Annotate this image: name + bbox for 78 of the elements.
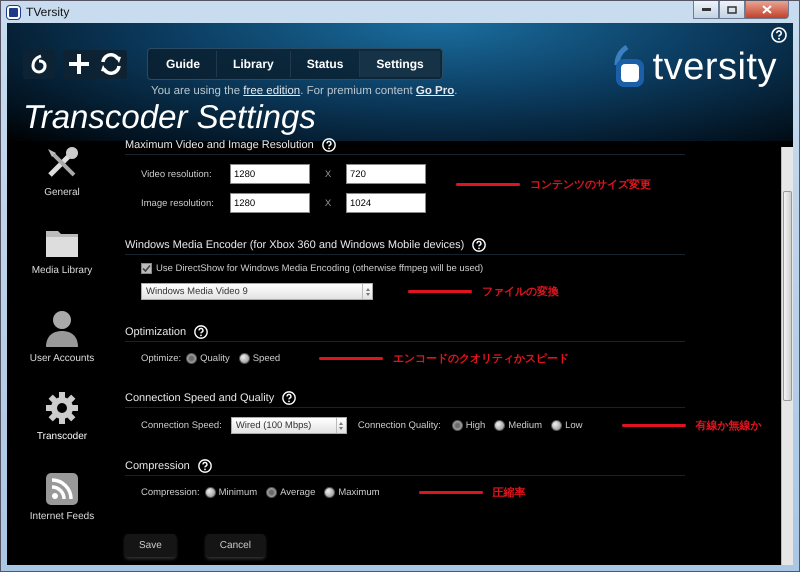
section-title: Maximum Video and Image Resolution: [125, 138, 314, 150]
leader-line: [418, 491, 483, 494]
annotation-text: ファイルの変換: [482, 284, 559, 299]
field-label: Connection Speed:: [141, 420, 222, 431]
minimize-button[interactable]: [693, 1, 719, 19]
app-icon: [7, 6, 20, 18]
field-label: Video resolution:: [141, 168, 213, 180]
annotation-text: 圧縮率: [492, 486, 526, 500]
checkbox[interactable]: [141, 263, 152, 274]
radio-option[interactable]: Speed: [238, 353, 280, 364]
nav-tab[interactable]: Settings: [360, 51, 440, 77]
logo-text: tversity: [652, 46, 777, 88]
field-label: Compression:: [141, 487, 200, 498]
leader-line: [456, 182, 520, 186]
annotation-text: エンコードのクオリティかスピード: [393, 352, 570, 366]
close-icon: [762, 5, 772, 14]
radio-option[interactable]: Average: [266, 487, 316, 498]
sidebar-item[interactable]: General: [7, 143, 117, 225]
field-label: Image resolution:: [141, 198, 215, 208]
sidebar-item[interactable]: Transcoder: [7, 389, 117, 471]
window-title: TVersity: [26, 5, 70, 19]
page-title: Transcoder Settings: [23, 97, 317, 137]
section-title: Compression: [125, 460, 190, 472]
curl-icon: [30, 54, 48, 74]
field-label: Optimize:: [141, 353, 182, 364]
logo-icon: [612, 45, 647, 89]
annotation-text: コンテンツのサイズ変更: [530, 178, 651, 192]
radio-option[interactable]: High: [452, 420, 486, 431]
checkbox-label: Use DirectShow for Windows Media Encoding (otherwise ffmpeg will be used): [156, 263, 484, 274]
input-field[interactable]: 1280: [230, 164, 310, 184]
scrollbar[interactable]: [781, 147, 793, 565]
input-field[interactable]: 1280: [230, 193, 310, 213]
leader-line: [622, 424, 686, 427]
close-button[interactable]: [745, 1, 789, 19]
sidebar-item[interactable]: Internet Feeds: [7, 471, 117, 553]
help-icon[interactable]: [472, 238, 486, 252]
sidebar-item[interactable]: User Accounts: [7, 307, 117, 389]
spinner-arrows-icon: [364, 286, 370, 296]
nav-tab[interactable]: Guide: [150, 51, 218, 77]
times-sign: X: [324, 168, 332, 180]
nav-tab[interactable]: Library: [217, 51, 291, 77]
section-title: Connection Speed and Quality: [125, 392, 274, 404]
radio-option[interactable]: Minimum: [204, 487, 258, 498]
radio-option[interactable]: Maximum: [324, 487, 380, 498]
help-icon[interactable]: [198, 458, 212, 472]
annotation-text: 有線か無線か: [696, 418, 762, 433]
radio-option[interactable]: Low: [551, 420, 583, 431]
power-button[interactable]: [23, 50, 55, 78]
radio-option[interactable]: Quality: [186, 353, 230, 364]
radio-option[interactable]: Medium: [494, 420, 542, 431]
help-icon[interactable]: [282, 390, 296, 404]
minimize-icon: [702, 8, 710, 11]
gear-icon: [45, 391, 79, 425]
go-pro-link[interactable]: Go Pro: [416, 85, 454, 97]
help-icon[interactable]: [322, 138, 336, 152]
section-title: Optimization: [125, 326, 186, 338]
input-field[interactable]: 720: [346, 164, 426, 184]
maximize-button[interactable]: [719, 1, 745, 19]
action-button[interactable]: Cancel: [206, 534, 265, 557]
scrollbar-thumb[interactable]: [783, 191, 792, 401]
user-icon: [44, 309, 80, 347]
action-button[interactable]: Save: [125, 534, 176, 557]
input-field[interactable]: 1024: [346, 193, 426, 213]
help-icon[interactable]: [771, 27, 787, 43]
free-edition-link[interactable]: free edition: [243, 85, 300, 97]
edition-notice: You are using the free edition. For premium content Go Pro.: [151, 85, 458, 97]
leader-line: [408, 290, 472, 293]
spinner-arrows-icon: [338, 420, 344, 430]
help-icon[interactable]: [194, 324, 208, 338]
field-label: Connection Quality:: [358, 420, 441, 431]
codec-dropdown[interactable]: Windows Media Video 9: [141, 283, 373, 300]
maximize-icon: [727, 6, 737, 14]
leader-line: [319, 357, 384, 360]
times-sign: X: [324, 198, 332, 208]
speed-dropdown[interactable]: Wired (100 Mbps): [230, 417, 347, 434]
rss-icon: [46, 473, 78, 505]
section-title: Windows Media Encoder (for Xbox 360 and Windows Mobile devices): [125, 238, 464, 250]
sidebar-item[interactable]: Media Library: [7, 225, 117, 307]
